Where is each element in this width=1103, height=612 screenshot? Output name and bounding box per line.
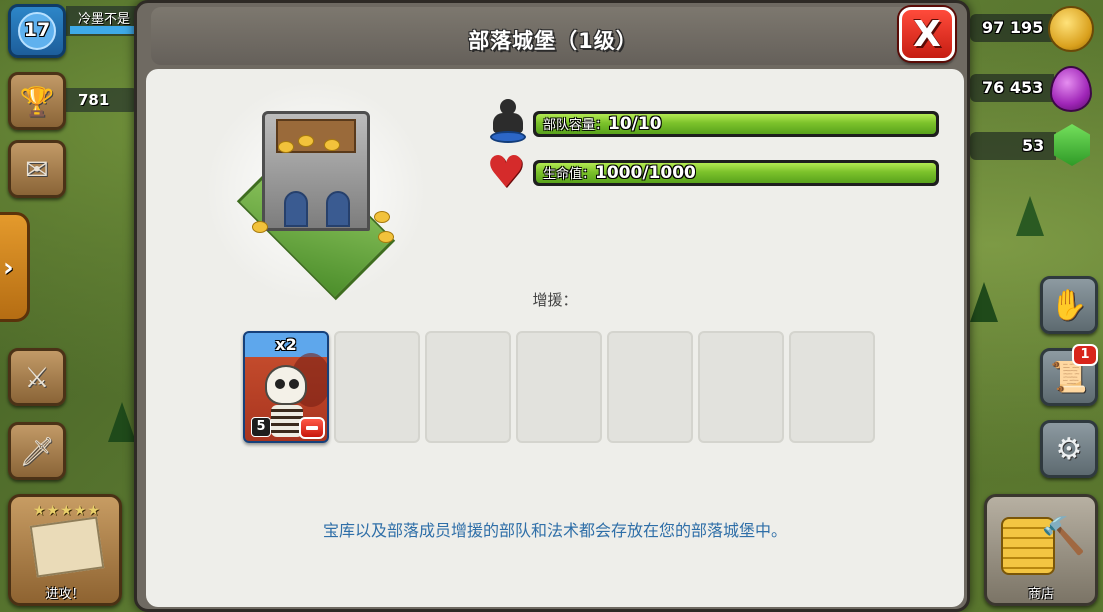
elixir-amount: 76 453	[982, 78, 1044, 97]
unit-count: x2	[275, 335, 297, 354]
shop-label: 商店	[1027, 587, 1054, 602]
tree	[108, 402, 136, 442]
dialog-title: 部落城堡（1级）	[468, 29, 638, 53]
xp-bar	[70, 26, 140, 34]
clan-castle-description: 宝库以及部落成员增援的部队和法术都会存放在您的部落城堡中。	[322, 521, 787, 540]
dialog-header: 部落城堡（1级）	[151, 7, 955, 65]
elixir-drop-icon	[1050, 66, 1092, 112]
troop-capacity-label: 部队容量：	[543, 118, 609, 133]
trophy-count: 781	[78, 91, 110, 109]
hitpoints-bar: 生命值：1000/1000	[533, 160, 939, 186]
crossed-swords-icon: ⚔	[24, 360, 50, 394]
empty-slot	[425, 331, 511, 443]
envelope-icon: ✉	[25, 152, 49, 186]
experience-level: 17	[23, 19, 51, 41]
edit-layout-button[interactable]: ✋	[1040, 276, 1098, 334]
unit-level-badge: 5	[251, 417, 271, 437]
minus-icon	[306, 426, 318, 430]
move-hand-icon: ✋	[1050, 287, 1088, 323]
expand-side-panel-tab[interactable]: ›	[0, 212, 30, 322]
training-button[interactable]: 🗡	[8, 422, 66, 480]
empty-slot	[334, 331, 420, 443]
reinforcements-heading: 增援：	[532, 291, 578, 309]
hitpoints-label: 生命值：	[543, 167, 596, 182]
trophy-icon: 🏆	[19, 84, 55, 118]
empty-slot	[698, 331, 784, 443]
gold-amount: 97 195	[982, 18, 1044, 37]
experience-level-badge[interactable]: 17	[8, 4, 66, 58]
hitpoints-value: 1000/1000	[595, 163, 696, 183]
close-button[interactable]: X	[899, 7, 955, 61]
gold-coin-icon	[1048, 6, 1094, 52]
attack-button[interactable]: ★★★★★ 进攻！	[8, 494, 122, 606]
troop-capacity-bar: 部队容量：10/10	[533, 111, 939, 137]
troop-capacity-value: 10/10	[608, 114, 662, 134]
empty-slot	[516, 331, 602, 443]
heart-icon: ♥	[486, 147, 526, 198]
dialog-body: 部队容量：10/10 ♥ 生命值：1000/1000 增援： x2 5 宝库以及…	[146, 69, 964, 607]
trophy-button[interactable]: 🏆	[8, 72, 66, 130]
chevron-right-icon: ›	[3, 253, 14, 283]
troop-silhouette-icon	[490, 99, 526, 143]
sword-helmet-icon: 🗡	[19, 434, 55, 468]
tree	[1016, 196, 1044, 236]
shop-button[interactable]: 🔨 商店	[984, 494, 1098, 606]
tree	[970, 282, 998, 322]
hammer-icon: 🔨	[1041, 516, 1086, 557]
player-name: 冷墨不是	[78, 12, 131, 27]
attack-label: 进攻！	[45, 587, 85, 602]
close-icon: X	[913, 13, 941, 55]
gem-amount: 53	[1022, 136, 1045, 155]
balloon-skeleton-icon	[265, 365, 307, 405]
gear-icon: ⚙	[1055, 431, 1083, 467]
map-icon	[29, 516, 105, 578]
notification-badge: 1	[1072, 344, 1098, 366]
clan-castle-info-dialog: 部落城堡（1级） X 部队容量：10/10 ♥ 生命值：1000/1000 增援…	[134, 0, 970, 612]
clan-war-button[interactable]: ⚔	[8, 348, 66, 406]
balloon-unit-card[interactable]: x2 5	[243, 331, 329, 443]
remove-unit-button[interactable]	[299, 417, 325, 439]
mail-button[interactable]: ✉	[8, 140, 66, 198]
empty-slot	[607, 331, 693, 443]
empty-slot	[789, 331, 875, 443]
clan-castle-image	[186, 81, 446, 301]
settings-button[interactable]: ⚙	[1040, 420, 1098, 478]
